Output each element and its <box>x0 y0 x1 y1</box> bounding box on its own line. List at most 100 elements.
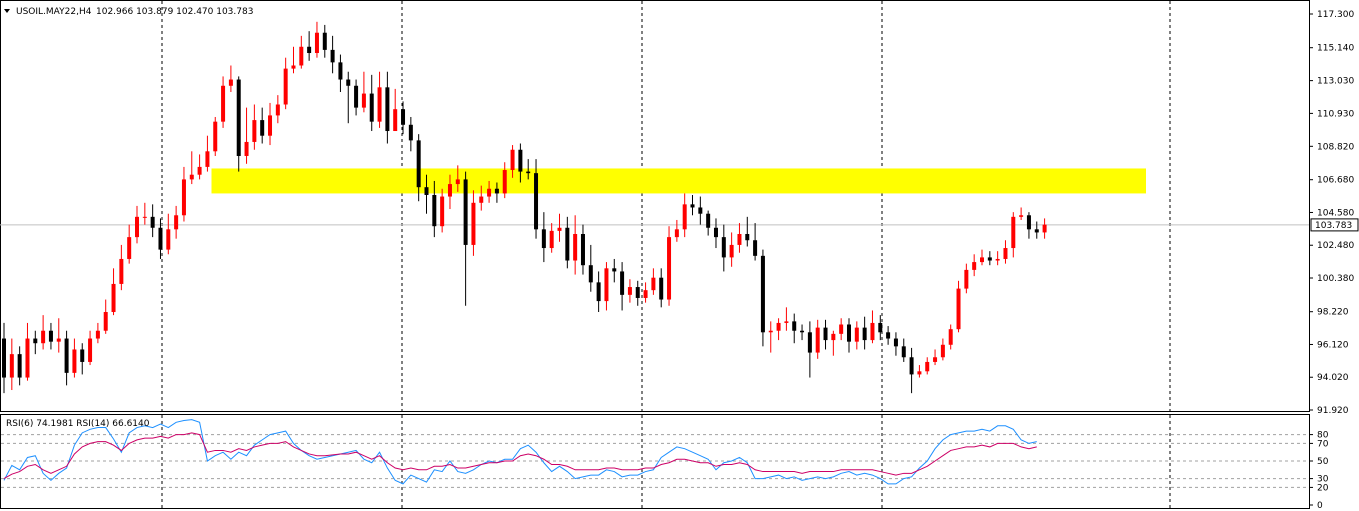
price-tick-label: 104.580 <box>1317 208 1354 218</box>
candle-body <box>174 215 179 230</box>
candle-body <box>502 170 507 194</box>
candle-body <box>659 277 664 300</box>
candle-body <box>721 237 726 258</box>
candle-body <box>103 312 108 331</box>
candle-body <box>518 149 523 172</box>
candle-body <box>111 283 116 313</box>
candle-body <box>369 93 374 122</box>
candle-body <box>635 287 640 298</box>
candle-body <box>643 290 648 298</box>
price-tick-label: 94.020 <box>1317 373 1349 383</box>
candle-body <box>526 171 531 174</box>
candle-body <box>862 327 867 341</box>
candle-body <box>573 234 578 261</box>
candle-body <box>917 371 922 375</box>
candle-body <box>800 330 805 333</box>
candle-body <box>275 104 280 116</box>
rsi-axis: 80705030200 <box>1309 431 1329 511</box>
candle-body <box>41 330 46 344</box>
candle-body <box>604 268 609 302</box>
price-tick-label: 106.680 <box>1317 176 1354 186</box>
price-tick-label: 108.820 <box>1317 142 1354 152</box>
candle-body <box>479 196 484 203</box>
candle-body <box>1003 248 1008 259</box>
candle-body <box>401 109 406 125</box>
candle-body <box>487 188 492 197</box>
candle-body <box>330 49 335 63</box>
candle-body <box>393 109 398 132</box>
candle-body <box>236 79 241 156</box>
candle-body <box>651 277 656 291</box>
candle-body <box>901 346 906 358</box>
candle-body <box>995 258 1000 261</box>
candle-body <box>314 32 319 54</box>
candle-body <box>494 188 499 194</box>
candle-body <box>25 338 30 378</box>
candle-body <box>854 327 859 342</box>
candle-body <box>346 79 351 86</box>
candle-body <box>846 324 851 342</box>
candle-body <box>745 234 750 241</box>
candle-body <box>72 349 77 373</box>
candle-body <box>925 361 930 372</box>
candle-body <box>158 227 163 250</box>
candle-body <box>588 265 593 283</box>
candle-body <box>221 85 226 122</box>
price-tick-label: 96.120 <box>1317 340 1349 350</box>
candle-body <box>886 332 891 339</box>
candle-body <box>88 338 93 362</box>
candle-body <box>463 179 468 245</box>
candle-body <box>596 282 601 302</box>
candle-body <box>690 204 695 208</box>
candle-body <box>189 174 194 180</box>
price-tick-label: 98.220 <box>1317 308 1349 318</box>
candle-body <box>408 124 413 141</box>
candle-body <box>299 46 304 66</box>
price-tick-label: 91.920 <box>1317 406 1349 416</box>
candle-body <box>244 141 249 156</box>
candle-body <box>307 46 312 54</box>
resistance-zone-layer <box>211 168 1146 194</box>
candle-body <box>956 288 961 330</box>
candle-body <box>831 333 836 341</box>
candle-body <box>972 262 977 270</box>
candle-body <box>580 234 585 266</box>
rsi-label: RSI(6) 74.1981 RSI(14) 66.6140 <box>6 419 150 429</box>
candle-body <box>815 327 820 353</box>
current-price-label: 103.783 <box>1315 221 1352 231</box>
candle-body <box>9 354 14 378</box>
rsi-tick-label: 70 <box>1317 439 1329 449</box>
candle-body <box>377 87 382 122</box>
price-tick-label: 102.480 <box>1317 241 1354 251</box>
candle-body <box>252 120 257 142</box>
candle-body <box>674 229 679 238</box>
candle-body <box>2 338 6 378</box>
candle-body <box>181 179 186 216</box>
candle-body <box>541 229 546 249</box>
rsi-tick-label: 0 <box>1317 501 1323 511</box>
candle-body <box>1026 215 1031 230</box>
candle-body <box>385 87 390 132</box>
price-chart: 117.300 115.140 113.030 110.930 108.820 106.6… <box>0 0 1359 511</box>
candle-body <box>197 166 202 175</box>
candle-body <box>424 187 429 195</box>
rsi-tick-label: 20 <box>1317 483 1329 493</box>
candle-body <box>667 237 672 300</box>
candle-body <box>291 65 296 69</box>
candle-body <box>354 85 359 108</box>
candle-body <box>713 227 718 238</box>
candle-body <box>361 93 366 108</box>
candle-body <box>268 115 273 136</box>
price-tick-label: 100.380 <box>1317 274 1354 284</box>
candle-body <box>17 354 22 378</box>
candle-body <box>455 179 460 185</box>
price-tick-label: 113.030 <box>1317 77 1354 87</box>
candle-body <box>48 330 53 342</box>
price-tick-label: 110.930 <box>1317 109 1354 119</box>
candle-body <box>1034 229 1039 233</box>
candle-body <box>940 344 945 358</box>
candle-body <box>792 321 797 331</box>
candle-body <box>948 329 953 345</box>
candle-body <box>549 230 554 249</box>
price-axis: 117.300 115.140 113.030 110.930 108.820 106.6… <box>1309 10 1359 416</box>
